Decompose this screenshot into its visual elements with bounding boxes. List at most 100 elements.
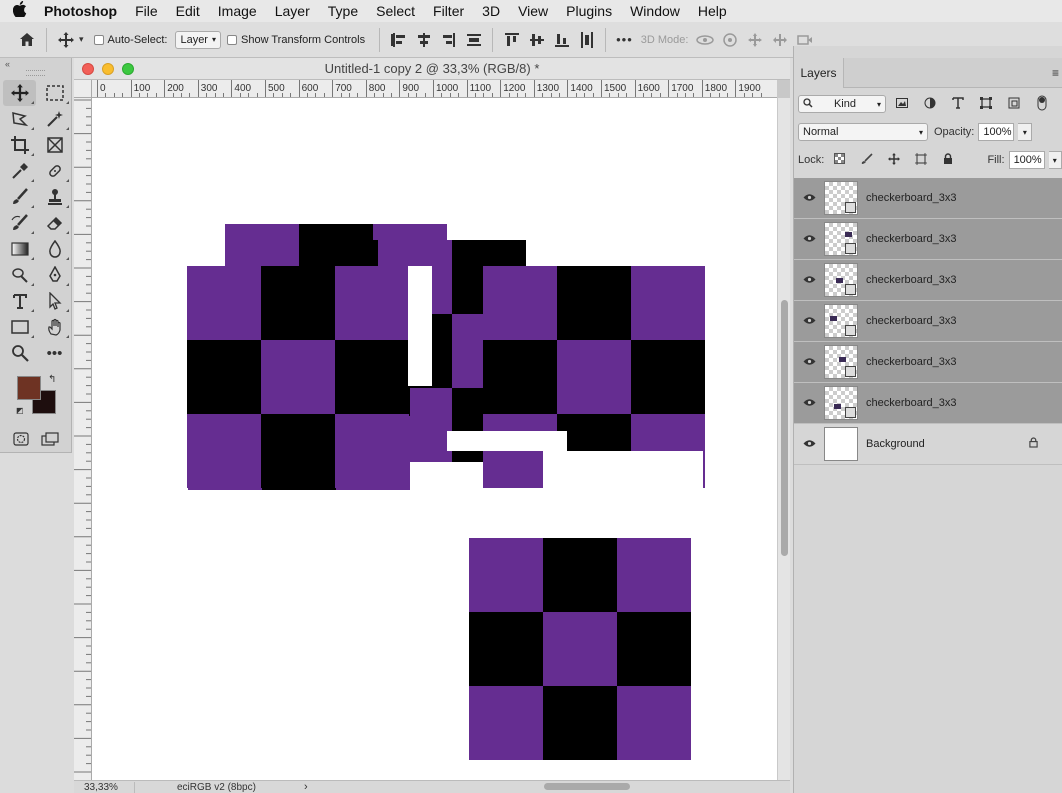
foreground-color-swatch[interactable] [17,376,41,400]
zoom-tool[interactable] [3,340,36,366]
crop-tool[interactable] [3,132,36,158]
more-tools-icon[interactable]: ••• [38,340,71,366]
menu-type[interactable]: Type [319,0,367,22]
menu-image[interactable]: Image [209,0,266,22]
collapse-tools-icon[interactable]: « [0,58,71,70]
visibility-eye-icon[interactable] [794,437,824,451]
layer-row[interactable]: checkerboard_3x3 [794,178,1062,219]
lock-position-icon[interactable] [882,152,905,168]
lock-artboard-icon[interactable] [909,152,932,168]
vertical-scrollbar[interactable] [777,98,790,780]
pen-tool[interactable] [38,262,71,288]
blur-tool[interactable] [38,236,71,262]
opacity-dropdown-arrow[interactable]: ▾ [1018,123,1033,141]
home-icon[interactable] [14,28,40,52]
fill-dropdown-arrow[interactable]: ▾ [1048,151,1062,169]
layer-name[interactable]: checkerboard_3x3 [866,233,957,245]
vertical-ruler[interactable] [74,98,92,780]
filter-adjustment-icon[interactable] [918,97,942,112]
dodge-tool[interactable] [3,262,36,288]
visibility-eye-icon[interactable] [794,191,824,205]
ruler-origin[interactable] [74,80,92,98]
layer-row[interactable]: checkerboard_3x3 [794,260,1062,301]
menu-layer[interactable]: Layer [266,0,319,22]
layer-row[interactable]: checkerboard_3x3 [794,342,1062,383]
visibility-eye-icon[interactable] [794,232,824,246]
lasso-tool[interactable] [3,106,36,132]
menu-edit[interactable]: Edit [167,0,209,22]
layer-row-background[interactable]: Background [794,424,1062,465]
move-tool[interactable] [3,80,36,106]
menu-filter[interactable]: Filter [424,0,473,22]
document-title-bar[interactable]: Untitled-1 copy 2 @ 33,3% (RGB/8) * [74,58,790,80]
layer-name[interactable]: checkerboard_3x3 [866,315,957,327]
swap-colors-icon[interactable]: ↰ [48,374,56,385]
filter-toggle-icon[interactable] [1030,95,1054,114]
filter-kind-dropdown[interactable]: Kind ▾ [798,95,886,113]
status-menu-arrow[interactable]: › [304,781,308,793]
zoom-level[interactable]: 33,33% [74,782,134,793]
opacity-input[interactable]: 100% [978,123,1015,141]
layer-name[interactable]: checkerboard_3x3 [866,274,957,286]
type-tool[interactable] [3,288,36,314]
distribute-vertical-icon[interactable] [574,28,599,52]
more-options-icon[interactable]: ••• [616,32,633,47]
stamp-tool[interactable] [38,184,71,210]
layer-name[interactable]: checkerboard_3x3 [866,397,957,409]
menu-window[interactable]: Window [621,0,689,22]
zoom-window-icon[interactable] [122,63,134,75]
menu-plugins[interactable]: Plugins [557,0,621,22]
align-top-icon[interactable] [499,28,524,52]
show-transform-checkbox[interactable]: Show Transform Controls [227,34,365,46]
quick-mask-icon[interactable] [8,426,34,452]
filter-smart-object-icon[interactable] [1002,97,1026,112]
distribute-icon[interactable] [461,28,486,52]
menu-help[interactable]: Help [689,0,736,22]
visibility-eye-icon[interactable] [794,273,824,287]
visibility-eye-icon[interactable] [794,396,824,410]
menu-photoshop[interactable]: Photoshop [40,0,126,22]
align-bottom-icon[interactable] [549,28,574,52]
gradient-tool[interactable] [3,236,36,262]
filter-shape-icon[interactable] [974,96,998,112]
move-tool-preset-icon[interactable] [53,28,79,52]
lock-pixels-icon[interactable] [855,152,878,168]
layer-name[interactable]: checkerboard_3x3 [866,192,957,204]
layer-row[interactable]: checkerboard_3x3 [794,219,1062,260]
align-left-icon[interactable] [386,28,411,52]
chevron-down-icon[interactable]: ▾ [79,34,84,45]
checkbox-box[interactable] [93,34,104,45]
fill-input[interactable]: 100% [1008,151,1045,169]
path-select-tool[interactable] [38,288,71,314]
layer-name[interactable]: checkerboard_3x3 [866,356,957,368]
align-middle-icon[interactable] [524,28,549,52]
hand-tool[interactable] [38,314,71,340]
filter-type-icon[interactable] [946,96,970,112]
layer-name[interactable]: Background [866,438,925,450]
visibility-eye-icon[interactable] [794,314,824,328]
horizontal-ruler[interactable]: 0 100 200 300 400 500 600 700 800 900 1000 1100 1200… [92,80,777,98]
filter-pixel-icon[interactable] [890,97,914,111]
blend-mode-dropdown[interactable]: Normal ▾ [798,123,928,141]
checkbox-box[interactable] [227,34,237,45]
minimize-window-icon[interactable] [102,63,114,75]
rectangle-tool[interactable] [3,314,36,340]
vertical-scroll-thumb[interactable] [781,300,788,556]
canvas[interactable] [92,98,777,780]
menu-file[interactable]: File [126,0,167,22]
lock-icon[interactable] [1029,437,1038,451]
layer-row[interactable]: checkerboard_3x3 [794,383,1062,424]
history-brush-tool[interactable] [3,210,36,236]
horizontal-scroll-thumb[interactable] [544,783,630,790]
eraser-tool[interactable] [38,210,71,236]
menu-select[interactable]: Select [367,0,424,22]
brush-tool[interactable] [3,184,36,210]
eyedropper-tool[interactable] [3,158,36,184]
auto-select-checkbox[interactable]: Auto-Select: [93,34,167,46]
align-center-icon[interactable] [411,28,436,52]
tab-layers[interactable]: Layers [794,58,844,88]
lock-all-icon[interactable] [936,152,959,168]
auto-select-dropdown[interactable]: Layer ▾ [175,30,221,49]
marquee-tool[interactable] [38,80,71,106]
frame-tool[interactable] [38,132,71,158]
